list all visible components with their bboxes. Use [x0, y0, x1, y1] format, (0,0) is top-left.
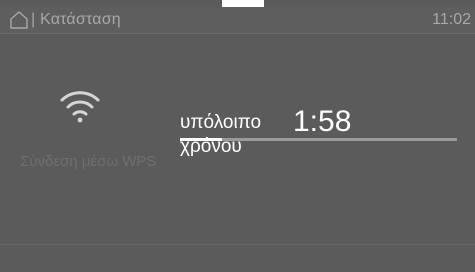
page-title-text: Κατάσταση: [40, 11, 121, 28]
top-indicator: [222, 0, 264, 7]
title-separator: |: [31, 11, 36, 28]
clock-time: 11:02: [432, 11, 471, 28]
remaining-time-label: υπόλοιπο χρόνου: [180, 112, 262, 157]
remaining-time-value: 1:58: [293, 105, 352, 138]
status-bar: | Κατάσταση 11:02: [0, 7, 475, 34]
wifi-icon: [60, 91, 100, 123]
wps-connect-label: Σύνδεση μέσω WPS: [20, 153, 157, 170]
progress-bar: [180, 138, 457, 141]
appliance-screen: | Κατάσταση 11:02 Σύνδεση μέσω WPS υπόλο…: [0, 0, 475, 272]
bottom-divider: [0, 244, 475, 245]
home-icon[interactable]: [9, 10, 29, 30]
page-title: | Κατάσταση: [31, 10, 121, 30]
progress-bar-fill: [180, 138, 222, 141]
